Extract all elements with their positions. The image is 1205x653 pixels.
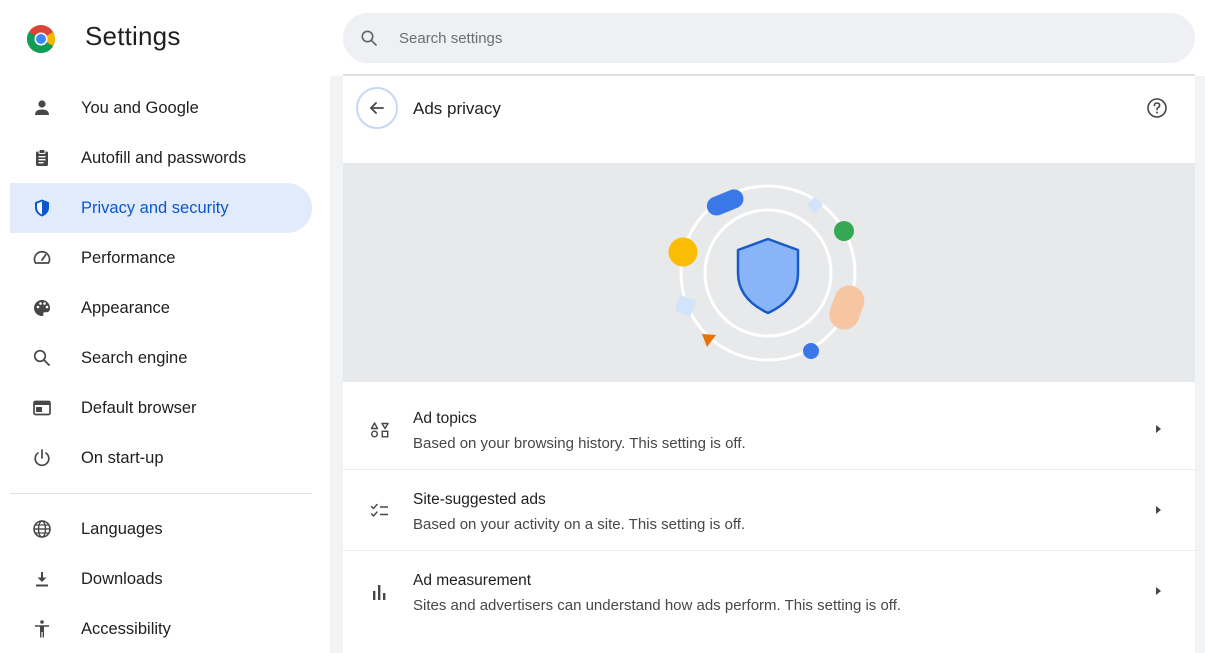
speedometer-icon — [33, 250, 51, 264]
palette-icon — [34, 300, 50, 316]
green-dot-shape — [834, 221, 854, 241]
clipboard-icon — [36, 149, 48, 166]
sidebar-item-on-start-up[interactable]: On start-up — [10, 433, 312, 483]
sidebar-item-label: On start-up — [81, 449, 164, 467]
sidebar-item-label: Search engine — [81, 349, 188, 367]
shield-graphic — [736, 237, 800, 315]
row-subtitle: Based on your browsing history. This set… — [413, 435, 746, 452]
blue-dot-shape — [803, 343, 819, 359]
sidebar-item-label: Languages — [81, 520, 163, 538]
bar-chart-icon — [373, 585, 386, 600]
sidebar-item-search-engine[interactable]: Search engine — [10, 333, 312, 383]
browser-window-icon — [33, 400, 51, 416]
chrome-logo-icon — [27, 25, 55, 53]
row-subtitle: Based on your activity on a site. This s… — [413, 516, 746, 533]
arrow-right-icon — [1156, 425, 1161, 433]
row-subtitle: Sites and advertisers can understand how… — [413, 597, 902, 614]
ad-measurement-row[interactable]: Ad measurement Sites and advertisers can… — [343, 551, 1195, 632]
sidebar-item-label: Autofill and passwords — [81, 149, 247, 167]
ads-privacy-illustration — [668, 184, 865, 362]
row-title: Ad topics — [413, 410, 477, 427]
row-title: Site-suggested ads — [413, 491, 546, 508]
search-icon — [33, 349, 50, 366]
sidebar-item-default-browser[interactable]: Default browser — [10, 383, 312, 433]
sidebar: You and Google Autofill and passwords Pr… — [0, 76, 330, 653]
sidebar-item-downloads[interactable]: Downloads — [10, 554, 312, 604]
sidebar-item-label: Appearance — [81, 299, 170, 317]
sidebar-item-label: Performance — [81, 249, 176, 267]
shield-icon — [35, 199, 49, 217]
help-icon[interactable] — [1146, 97, 1168, 119]
sidebar-item-languages[interactable]: Languages — [10, 504, 312, 554]
checklist-icon — [370, 503, 388, 517]
accessibility-icon — [35, 620, 49, 638]
sidebar-item-label: You and Google — [81, 99, 199, 117]
sidebar-item-label: Default browser — [81, 399, 197, 417]
globe-icon — [33, 520, 51, 538]
sidebar-item-label: Privacy and security — [81, 199, 229, 217]
hero-illustration-banner — [343, 163, 1195, 382]
app-title: Settings — [85, 21, 181, 51]
sidebar-item-label: Accessibility — [81, 620, 171, 638]
search-input[interactable] — [399, 13, 1159, 63]
sidebar-item-you-and-google[interactable]: You and Google — [10, 83, 312, 133]
yellow-dot-shape — [668, 237, 698, 267]
light-diamond-shape — [807, 197, 823, 213]
main-card: Ads privacy Ad topics Based on your brow… — [343, 76, 1195, 653]
sidebar-divider — [10, 493, 312, 494]
arrow-right-icon — [1156, 506, 1161, 514]
sidebar-item-label: Downloads — [81, 570, 163, 588]
peach-pill-shape — [829, 285, 865, 330]
search-box[interactable] — [343, 13, 1195, 63]
top-bar: Settings — [0, 0, 1205, 76]
sidebar-item-performance[interactable]: Performance — [10, 233, 312, 283]
search-icon — [361, 30, 377, 46]
light-square-shape — [674, 295, 696, 316]
site-suggested-ads-row[interactable]: Site-suggested ads Based on your activit… — [343, 470, 1195, 551]
sidebar-item-appearance[interactable]: Appearance — [10, 283, 312, 333]
sidebar-item-privacy-and-security[interactable]: Privacy and security — [10, 183, 312, 233]
sidebar-item-accessibility[interactable]: Accessibility — [10, 604, 312, 653]
row-title: Ad measurement — [413, 572, 532, 589]
download-icon — [36, 572, 48, 587]
person-icon — [35, 100, 49, 115]
back-button[interactable] — [356, 87, 398, 129]
ad-topics-row[interactable]: Ad topics Based on your browsing history… — [343, 389, 1195, 470]
ad-topics-icon — [370, 422, 389, 438]
power-icon — [34, 449, 50, 467]
page-title: Ads privacy — [413, 99, 501, 118]
arrow-right-icon — [1156, 587, 1161, 595]
arrow-back-icon — [370, 102, 384, 114]
sidebar-item-autofill-and-passwords[interactable]: Autofill and passwords — [10, 133, 312, 183]
